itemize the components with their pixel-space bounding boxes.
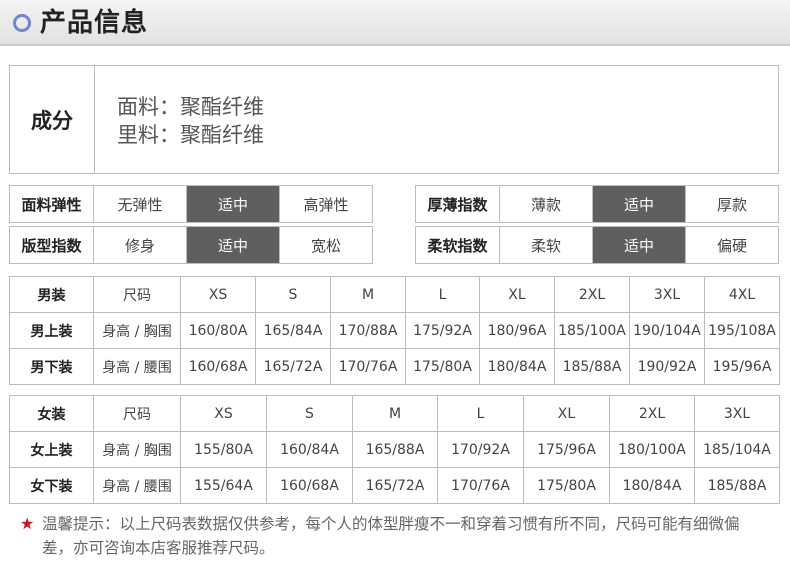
table-cell: 4XL — [704, 276, 780, 313]
table-cell: 185/100A — [554, 312, 630, 349]
table-cell: 165/84A — [255, 312, 331, 349]
table-cell: 180/96A — [479, 312, 555, 349]
attr-thickness: 厚薄指数 薄款 适中 厚款 — [415, 185, 779, 223]
table-row: 女上装 身高 / 胸围 155/80A 160/84A 165/88A 170/… — [9, 431, 780, 468]
table-cell: L — [405, 276, 480, 313]
table-cell: 身高 / 胸围 — [93, 431, 181, 468]
page-title: 产品信息 — [40, 8, 149, 38]
table-row: 男上装 身高 / 胸围 160/80A 165/84A 170/88A 175/… — [9, 312, 780, 349]
table-cell: 170/88A — [330, 312, 406, 349]
table-cell: 170/92A — [437, 431, 524, 468]
table-cell: XS — [180, 395, 267, 432]
table-cell: 3XL — [629, 276, 705, 313]
table-cell: 160/80A — [180, 312, 256, 349]
note-text: 温馨提示：以上尺码表数据仅供参考，每个人的体型胖瘦不一和穿着习惯有所不同，尺码可… — [42, 515, 740, 557]
table-header-row: 女装 尺码 XS S M L XL 2XL 3XL — [9, 395, 780, 432]
table-cell: 185/104A — [694, 431, 780, 468]
lining-line: 里料：聚酯纤维 — [117, 123, 264, 147]
table-cell: 身高 / 腰围 — [93, 348, 181, 385]
table-cell: 165/72A — [352, 467, 438, 504]
table-cell: XS — [180, 276, 256, 313]
attr-option: 高弹性 — [303, 195, 349, 214]
section-header: 产品信息 — [0, 0, 790, 46]
table-cell: 155/80A — [180, 431, 267, 468]
attr-option: 厚款 — [716, 195, 747, 214]
star-icon: ★ — [20, 514, 35, 533]
table-cell: 180/84A — [609, 467, 695, 504]
attr-option-selected: 适中 — [187, 227, 280, 263]
table-cell: 175/96A — [523, 431, 610, 468]
table-cell: 男下装 — [9, 348, 94, 385]
table-cell: 2XL — [609, 395, 695, 432]
table-cell: 男上装 — [9, 312, 94, 349]
attr-option-selected: 适中 — [593, 227, 686, 263]
composition-values: 面料：聚酯纤维 里料：聚酯纤维 — [95, 66, 264, 173]
table-cell: XL — [479, 276, 555, 313]
attr-option: 柔软 — [500, 227, 593, 263]
table-cell: 160/68A — [266, 467, 353, 504]
table-cell: 185/88A — [554, 348, 630, 385]
attr-option-selected: 适中 — [187, 186, 280, 222]
table-cell: 170/76A — [437, 467, 524, 504]
table-cell: 165/72A — [255, 348, 331, 385]
circle-icon — [13, 14, 31, 32]
attr-option: 无弹性 — [94, 186, 187, 222]
table-cell: 160/84A — [266, 431, 353, 468]
table-cell: 190/92A — [629, 348, 705, 385]
table-cell: 女上装 — [9, 431, 94, 468]
attr-softness: 柔软指数 柔软 适中 偏硬 — [415, 226, 779, 264]
table-cell: 尺码 — [93, 395, 181, 432]
women-size-table: 女装 尺码 XS S M L XL 2XL 3XL 女上装 身高 / 胸围 15… — [9, 395, 780, 504]
table-header-row: 男装 尺码 XS S M L XL 2XL 3XL 4XL — [9, 276, 780, 313]
attr-option: 薄款 — [500, 186, 593, 222]
table-cell: 2XL — [554, 276, 630, 313]
table-cell: 185/88A — [694, 467, 780, 504]
table-cell: 男装 — [9, 276, 94, 313]
size-note: ★ 温馨提示：以上尺码表数据仅供参考，每个人的体型胖瘦不一和穿着习惯有所不同，尺… — [20, 512, 764, 560]
attr-label: 厚薄指数 — [416, 186, 500, 222]
fabric-line: 面料：聚酯纤维 — [117, 95, 264, 119]
table-cell: 160/68A — [180, 348, 256, 385]
composition-box: 成分 面料：聚酯纤维 里料：聚酯纤维 — [9, 65, 779, 174]
table-cell: 身高 / 腰围 — [93, 467, 181, 504]
attr-option-selected: 适中 — [593, 186, 686, 222]
table-cell: XL — [523, 395, 610, 432]
table-cell: M — [330, 276, 406, 313]
table-cell: 155/64A — [180, 467, 267, 504]
table-cell: 180/100A — [609, 431, 695, 468]
table-cell: S — [266, 395, 353, 432]
attr-label: 柔软指数 — [416, 227, 500, 263]
attr-option: 宽松 — [310, 236, 341, 255]
table-cell: 195/108A — [704, 312, 780, 349]
table-cell: 3XL — [694, 395, 780, 432]
table-cell: 165/88A — [352, 431, 438, 468]
table-cell: 尺码 — [93, 276, 181, 313]
table-cell: 175/92A — [405, 312, 480, 349]
table-cell: 190/104A — [629, 312, 705, 349]
men-size-table: 男装 尺码 XS S M L XL 2XL 3XL 4XL 男上装 身高 / 胸… — [9, 276, 780, 385]
table-cell: 女下装 — [9, 467, 94, 504]
attr-elasticity: 面料弹性 无弹性 适中 高弹性 — [9, 185, 373, 223]
attr-option: 修身 — [94, 227, 187, 263]
attr-label: 面料弹性 — [10, 186, 94, 222]
table-row: 男下装 身高 / 腰围 160/68A 165/72A 170/76A 175/… — [9, 348, 780, 385]
table-row: 女下装 身高 / 腰围 155/64A 160/68A 165/72A 170/… — [9, 467, 780, 504]
attr-option: 偏硬 — [716, 236, 747, 255]
table-cell: 身高 / 胸围 — [93, 312, 181, 349]
attr-fit: 版型指数 修身 适中 宽松 — [9, 226, 373, 264]
table-cell: L — [437, 395, 524, 432]
table-cell: S — [255, 276, 331, 313]
table-cell: M — [352, 395, 438, 432]
table-cell: 180/84A — [479, 348, 555, 385]
table-cell: 175/80A — [405, 348, 480, 385]
table-cell: 175/80A — [523, 467, 610, 504]
table-cell: 女装 — [9, 395, 94, 432]
composition-label: 成分 — [10, 66, 95, 173]
table-cell: 170/76A — [330, 348, 406, 385]
table-cell: 195/96A — [704, 348, 780, 385]
attr-label: 版型指数 — [10, 227, 94, 263]
